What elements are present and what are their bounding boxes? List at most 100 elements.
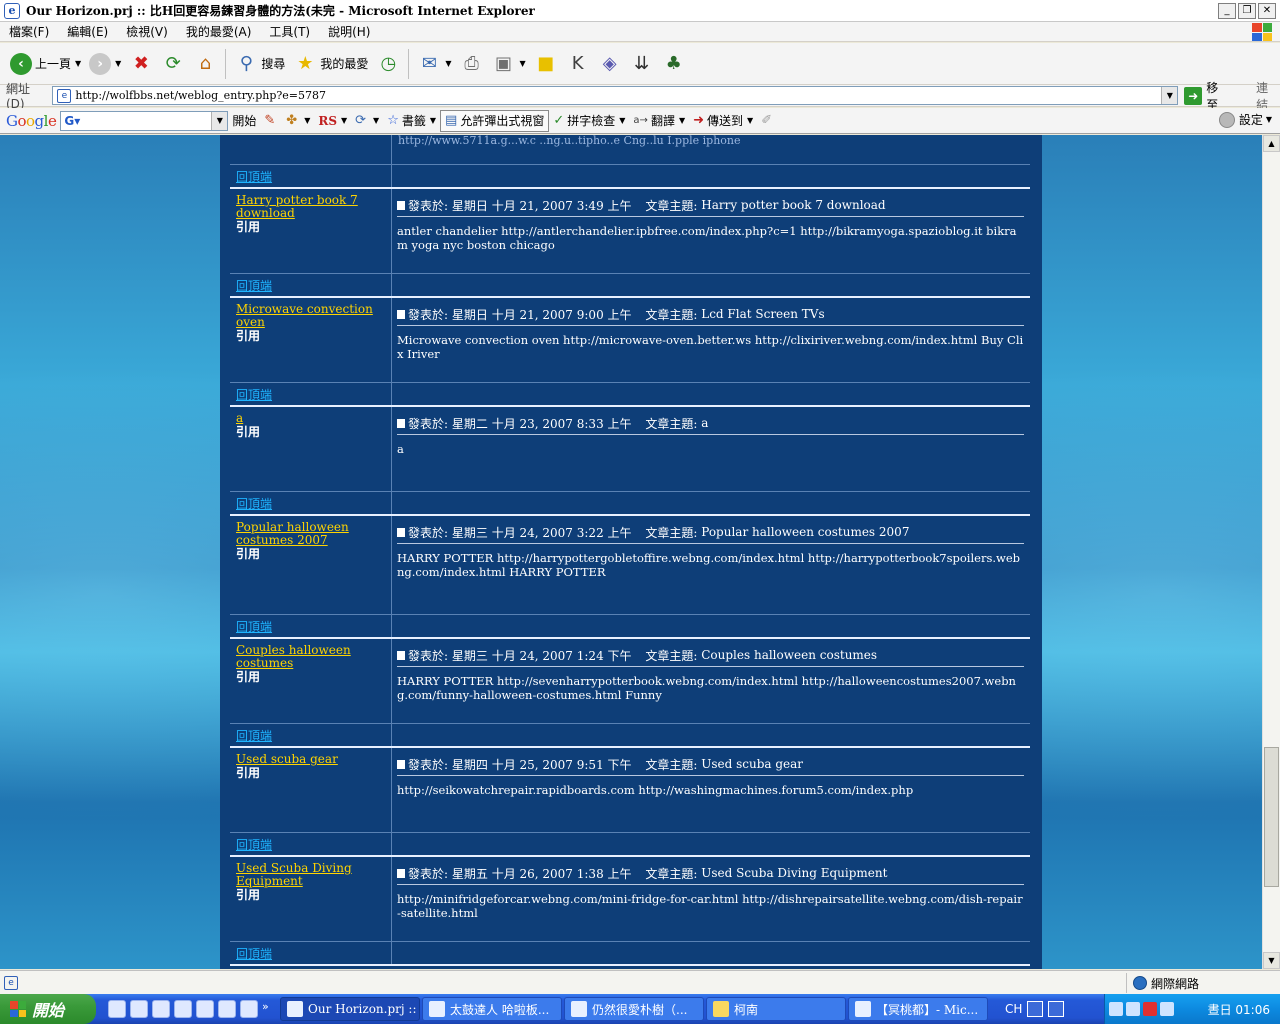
send-dropdown-icon[interactable]: ▼: [747, 116, 753, 125]
post-author-link[interactable]: Harry potter book 7 download: [236, 194, 391, 220]
edit-button[interactable]: ▣ ▼: [488, 47, 530, 81]
back-to-top-link[interactable]: 回頂端: [236, 277, 272, 294]
scroll-up-arrow-icon[interactable]: ▲: [1263, 135, 1280, 152]
popup-blocker-button[interactable]: ▤ 允許彈出式視窗: [440, 109, 550, 132]
post-author-link[interactable]: Used scuba gear: [236, 753, 391, 766]
pagerank-button[interactable]: ✎: [260, 110, 282, 132]
quote-button[interactable]: 引用: [236, 329, 391, 343]
antivirus-tray-icon[interactable]: [1143, 1002, 1157, 1016]
back-button[interactable]: ‹ 上一頁 ▼: [6, 47, 85, 81]
task-our-horizon[interactable]: Our Horizon.prj :: ...: [280, 997, 420, 1021]
back-to-top-link[interactable]: 回頂端: [236, 945, 272, 962]
ime-icon[interactable]: [1027, 1001, 1044, 1017]
google-start-button[interactable]: 開始: [228, 110, 260, 132]
page-viewport[interactable]: http://www.5711a.g...w.c ..ng.u..tipho..…: [0, 135, 1262, 969]
rs-button[interactable]: RS ▼: [314, 110, 351, 132]
messenger-button[interactable]: ♣: [658, 47, 690, 81]
quote-button[interactable]: 引用: [236, 888, 391, 902]
scroll-thumb[interactable]: [1264, 747, 1279, 887]
share-button[interactable]: ⟳ ▼: [351, 110, 383, 132]
clock[interactable]: 晝日 01:06: [1208, 1001, 1270, 1018]
vertical-scrollbar[interactable]: ▲ ▼: [1262, 135, 1280, 969]
highlight-button[interactable]: ✐: [757, 110, 779, 132]
task-mingtaodu[interactable]: 【冥桃都】- Mic...: [848, 997, 988, 1021]
volume-tray-icon[interactable]: [1160, 1002, 1174, 1016]
bookmarks-button[interactable]: ☆ 書籤 ▼: [383, 110, 440, 132]
download-button[interactable]: ⇊: [626, 47, 658, 81]
desktop-quicklaunch-icon[interactable]: [196, 1000, 214, 1018]
puzzle-button[interactable]: ✤ ▼: [282, 110, 314, 132]
address-input[interactable]: e http://wolfbbs.net/weblog_entry.php?e=…: [52, 86, 1179, 105]
messenger-tray-icon[interactable]: [1126, 1002, 1140, 1016]
mail-dropdown-icon[interactable]: ▼: [445, 59, 451, 68]
outlook-quicklaunch-icon[interactable]: [130, 1000, 148, 1018]
research-button[interactable]: ◈: [594, 47, 626, 81]
rs-dropdown-icon[interactable]: ▼: [341, 116, 347, 125]
puzzle-dropdown-icon[interactable]: ▼: [304, 116, 310, 125]
word-quicklaunch-icon[interactable]: [240, 1000, 258, 1018]
address-url[interactable]: http://wolfbbs.net/weblog_entry.php?e=57…: [75, 89, 1161, 102]
spellcheck-button[interactable]: ✓ 拼字檢查 ▼: [549, 110, 629, 132]
task-pushu[interactable]: 仍然很愛朴樹（...: [564, 997, 704, 1021]
scroll-down-arrow-icon[interactable]: ▼: [1263, 952, 1280, 969]
menu-view[interactable]: 檢視(V): [117, 23, 177, 40]
edit-dropdown-icon[interactable]: ▼: [520, 59, 526, 68]
post-author-link[interactable]: a: [236, 412, 391, 425]
translate-button[interactable]: a→ 翻譯 ▼: [629, 110, 689, 132]
ie-quicklaunch-icon[interactable]: [108, 1000, 126, 1018]
quote-button[interactable]: 引用: [236, 547, 391, 561]
back-to-top-link[interactable]: 回頂端: [236, 727, 272, 744]
spellcheck-dropdown-icon[interactable]: ▼: [619, 116, 625, 125]
post-author-link[interactable]: Couples halloween costumes: [236, 644, 391, 670]
network-tray-icon[interactable]: [1109, 1002, 1123, 1016]
discuss-button[interactable]: ■: [530, 47, 562, 81]
back-to-top-link[interactable]: 回頂端: [236, 386, 272, 403]
back-to-top-link[interactable]: 回頂端: [236, 836, 272, 853]
share-dropdown-icon[interactable]: ▼: [373, 116, 379, 125]
more-chevron-icon[interactable]: »: [262, 1000, 274, 1018]
translate-dropdown-icon[interactable]: ▼: [679, 116, 685, 125]
home-button[interactable]: ⌂: [189, 47, 221, 81]
history-button[interactable]: ◷: [372, 47, 404, 81]
start-button[interactable]: 開始: [0, 994, 96, 1024]
back-to-top-link[interactable]: 回頂端: [236, 168, 272, 185]
google-search-dropdown-icon[interactable]: ▼: [211, 111, 228, 130]
google-settings-button[interactable]: 設定 ▼: [1218, 111, 1272, 128]
stop-button[interactable]: ✖: [125, 47, 157, 81]
quote-button[interactable]: 引用: [236, 766, 391, 780]
close-button[interactable]: ✕: [1258, 2, 1276, 19]
post-author-link[interactable]: Used Scuba Diving Equipment: [236, 862, 391, 888]
menu-favorites[interactable]: 我的最愛(A): [177, 23, 261, 40]
menu-edit[interactable]: 編輯(E): [58, 23, 117, 40]
quote-button[interactable]: 引用: [236, 425, 391, 439]
menu-file[interactable]: 檔案(F): [0, 23, 58, 40]
menu-help[interactable]: 說明(H): [319, 23, 379, 40]
task-taiko[interactable]: 太鼓達人 哈啦板...: [422, 997, 562, 1021]
search-button[interactable]: ⚲ 搜尋: [230, 47, 289, 81]
menu-tools[interactable]: 工具(T): [260, 23, 319, 40]
tool-k-button[interactable]: K: [562, 47, 594, 81]
forward-dropdown-icon[interactable]: ▼: [115, 59, 121, 68]
quote-button[interactable]: 引用: [236, 220, 391, 234]
language-bar[interactable]: CH: [1005, 994, 1104, 1024]
back-to-top-link[interactable]: 回頂端: [236, 495, 272, 512]
refresh-button[interactable]: ⟳: [157, 47, 189, 81]
bookmarks-dropdown-icon[interactable]: ▼: [430, 116, 436, 125]
back-dropdown-icon[interactable]: ▼: [75, 59, 81, 68]
forward-button[interactable]: › ▼: [85, 47, 125, 81]
folder-quicklaunch-icon[interactable]: [174, 1000, 192, 1018]
favorites-button[interactable]: ★ 我的最愛: [289, 47, 372, 81]
minimize-button[interactable]: _: [1218, 2, 1236, 19]
mail-button[interactable]: ✉ ▼: [413, 47, 455, 81]
print-button[interactable]: ⎙: [456, 47, 488, 81]
back-to-top-link[interactable]: 回頂端: [236, 618, 272, 635]
google-search-input[interactable]: G▾ ▼: [60, 110, 229, 131]
quote-button[interactable]: 引用: [236, 670, 391, 684]
address-dropdown-icon[interactable]: ▼: [1161, 87, 1178, 104]
firefox-quicklaunch-icon[interactable]: [152, 1000, 170, 1018]
help-icon[interactable]: [1048, 1001, 1065, 1017]
msn-quicklaunch-icon[interactable]: [218, 1000, 236, 1018]
post-author-link[interactable]: Microwave convection oven: [236, 303, 391, 329]
task-conan[interactable]: 柯南: [706, 997, 846, 1021]
restore-button[interactable]: ❐: [1238, 2, 1256, 19]
